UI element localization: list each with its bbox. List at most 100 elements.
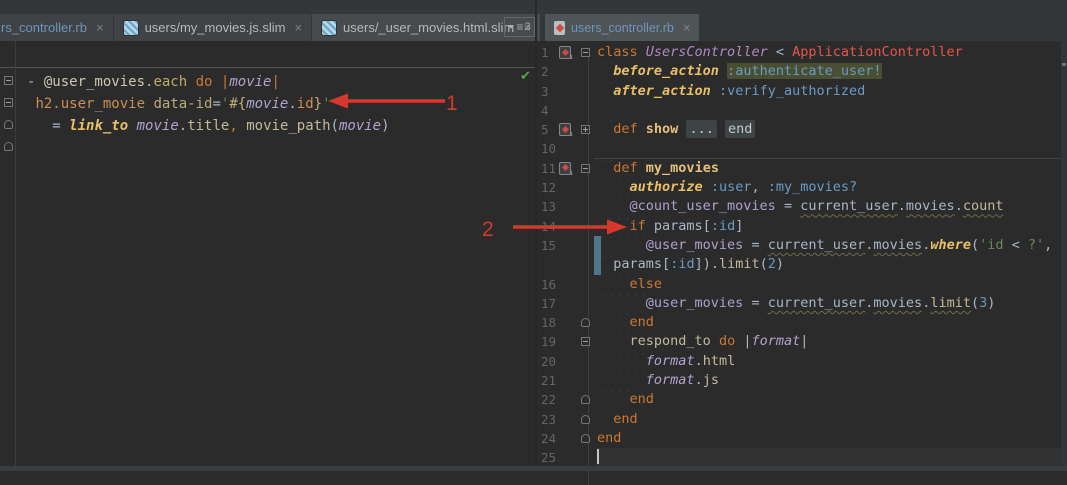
editor-tab[interactable]: users_controller.rb bbox=[545, 14, 700, 41]
code-token: ] bbox=[694, 256, 703, 273]
editor-gutter[interactable]: 10 bbox=[537, 139, 597, 158]
editor-gutter[interactable]: 23 bbox=[537, 410, 597, 429]
code-line[interactable]: 3 after_action :verify_authorized bbox=[537, 82, 1061, 101]
code-line[interactable]: = link_to movie.title, movie_path(movie) bbox=[0, 115, 535, 137]
editor-gutter[interactable]: 11 bbox=[537, 159, 597, 178]
code-line[interactable]: h2.user_movie data-id='#{movie.id}' bbox=[0, 93, 535, 115]
fold-marker-icon[interactable] bbox=[581, 48, 590, 57]
close-tab-icon[interactable] bbox=[294, 21, 302, 34]
line-number: 12 bbox=[541, 180, 557, 196]
fold-marker-icon[interactable] bbox=[4, 142, 13, 151]
code-line[interactable]: 25 bbox=[537, 448, 1061, 468]
code-line[interactable]: 2 before_action :authenticate_user! bbox=[537, 62, 1061, 81]
code-line[interactable]: 16 else bbox=[537, 275, 1061, 294]
code-token: end bbox=[597, 429, 622, 446]
code-token: | bbox=[800, 333, 809, 350]
editor-gutter[interactable]: 25 bbox=[537, 448, 597, 467]
code-token: :user bbox=[710, 179, 752, 196]
code-token: :my_movies? bbox=[767, 179, 858, 196]
code-line[interactable]: 17 @user_movies = current_user.movies.li… bbox=[537, 294, 1061, 313]
ruby-code-area[interactable]: 1 class UsersController < ApplicationCont… bbox=[537, 43, 1067, 468]
fold-marker-icon[interactable] bbox=[581, 125, 590, 135]
text-caret bbox=[597, 448, 599, 464]
editor-gutter[interactable]: 17 bbox=[537, 294, 597, 313]
code-token bbox=[597, 159, 614, 176]
code-text: end bbox=[597, 390, 654, 409]
close-tab-icon[interactable] bbox=[96, 21, 104, 34]
slim-code-area[interactable]: - @user_movies.each do |movie| h2.user_m… bbox=[0, 71, 535, 137]
code-line[interactable]: 21 format.js bbox=[537, 371, 1061, 390]
line-number: 17 bbox=[541, 295, 557, 311]
code-line[interactable]: 15 @user_movies = current_user.movies.wh… bbox=[537, 236, 1061, 255]
code-line[interactable]: 20 format.html bbox=[537, 352, 1061, 371]
code-token: [ bbox=[662, 256, 671, 273]
line-number: 24 bbox=[541, 430, 557, 446]
code-line[interactable]: params[:id]).limit(2) bbox=[537, 255, 1061, 274]
code-line[interactable]: 24 end bbox=[537, 429, 1061, 448]
right-editor-pane[interactable]: 1 class UsersController < ApplicationCont… bbox=[537, 41, 1067, 485]
code-text: authorize :user, :my_movies? bbox=[597, 178, 857, 197]
code-text: end bbox=[597, 313, 654, 332]
fold-marker-icon[interactable] bbox=[581, 395, 590, 405]
code-line[interactable]: 10 bbox=[537, 139, 1061, 158]
related-views-icon[interactable] bbox=[559, 161, 571, 175]
editor-gutter[interactable]: 13 bbox=[537, 197, 597, 216]
code-token: ) bbox=[702, 256, 711, 273]
code-token: format bbox=[645, 352, 695, 369]
code-line[interactable]: 19 respond_to do |format| bbox=[537, 332, 1061, 351]
tab-list-icon bbox=[516, 20, 523, 34]
code-line[interactable]: - @user_movies.each do |movie| bbox=[0, 71, 535, 93]
left-editor-pane[interactable]: - @user_movies.each do |movie| h2.user_m… bbox=[0, 41, 535, 466]
code-token: = bbox=[775, 198, 801, 215]
code-line[interactable]: 5 def show ... end bbox=[537, 120, 1061, 139]
code-token: . bbox=[694, 372, 703, 389]
editor-gutter[interactable]: 2 bbox=[537, 62, 597, 81]
editor-gutter[interactable]: 15 bbox=[537, 236, 597, 255]
close-tab-icon[interactable] bbox=[683, 21, 691, 34]
editor-gutter[interactable]: 21 bbox=[537, 371, 597, 390]
code-token: :id bbox=[710, 217, 736, 234]
tab-label: users/_user_movies.html.slim bbox=[343, 20, 515, 35]
code-token: ?' bbox=[1027, 236, 1045, 253]
code-line[interactable]: 12 authorize :user, :my_movies? bbox=[537, 178, 1061, 197]
editor-scrollbar[interactable] bbox=[1061, 41, 1067, 471]
editor-tab[interactable]: rs_controller.rb bbox=[0, 14, 113, 41]
editor-gutter[interactable]: 24 bbox=[537, 429, 597, 448]
editor-tab[interactable]: users/my_movies.js.slim bbox=[113, 14, 312, 41]
hidden-tabs-dropdown[interactable]: 3 bbox=[504, 17, 535, 37]
fold-marker-icon[interactable] bbox=[581, 163, 590, 173]
fold-marker-icon[interactable] bbox=[581, 337, 590, 347]
code-line[interactable]: 13 @count_user_movies = current_user.mov… bbox=[537, 197, 1061, 216]
editor-gutter[interactable]: 14 bbox=[537, 217, 597, 236]
code-line[interactable]: 18 end bbox=[537, 313, 1061, 332]
code-token: . bbox=[897, 198, 906, 215]
editor-gutter[interactable]: 5 bbox=[537, 120, 597, 139]
code-line[interactable]: 14 if params[:id] bbox=[537, 217, 1061, 236]
line-number: 19 bbox=[541, 334, 557, 350]
code-token: do bbox=[195, 74, 213, 90]
code-text: @user_movies = current_user.movies.where… bbox=[597, 236, 1052, 255]
code-token: , bbox=[751, 179, 768, 196]
editor-gutter[interactable] bbox=[537, 255, 597, 274]
code-line[interactable]: 23 end bbox=[537, 410, 1061, 429]
editor-gutter[interactable]: 20 bbox=[537, 352, 597, 371]
fold-marker-icon[interactable] bbox=[581, 414, 590, 424]
code-line[interactable]: 1 class UsersController < ApplicationCont… bbox=[537, 43, 1061, 62]
editor-gutter[interactable]: 12 bbox=[537, 178, 597, 197]
fold-marker-icon[interactable] bbox=[581, 318, 590, 328]
related-views-icon[interactable] bbox=[559, 46, 571, 59]
code-line[interactable]: 22 end bbox=[537, 390, 1061, 409]
editor-gutter[interactable]: 18 bbox=[537, 313, 597, 332]
fold-marker-icon[interactable] bbox=[581, 433, 590, 443]
related-views-icon[interactable] bbox=[559, 123, 571, 137]
editor-gutter[interactable]: 1 bbox=[537, 43, 597, 62]
editor-gutter[interactable]: 3 bbox=[537, 82, 597, 101]
code-line[interactable]: 4 bbox=[537, 101, 1061, 120]
editor-gutter[interactable]: 22 bbox=[537, 390, 597, 409]
code-text bbox=[597, 448, 599, 467]
code-token: 'id bbox=[979, 236, 1012, 253]
editor-gutter[interactable]: 16 bbox=[537, 275, 597, 294]
code-line[interactable]: 11 def my_movies bbox=[537, 157, 1067, 178]
editor-gutter[interactable]: 4 bbox=[537, 101, 597, 120]
editor-gutter[interactable]: 19 bbox=[537, 332, 597, 351]
